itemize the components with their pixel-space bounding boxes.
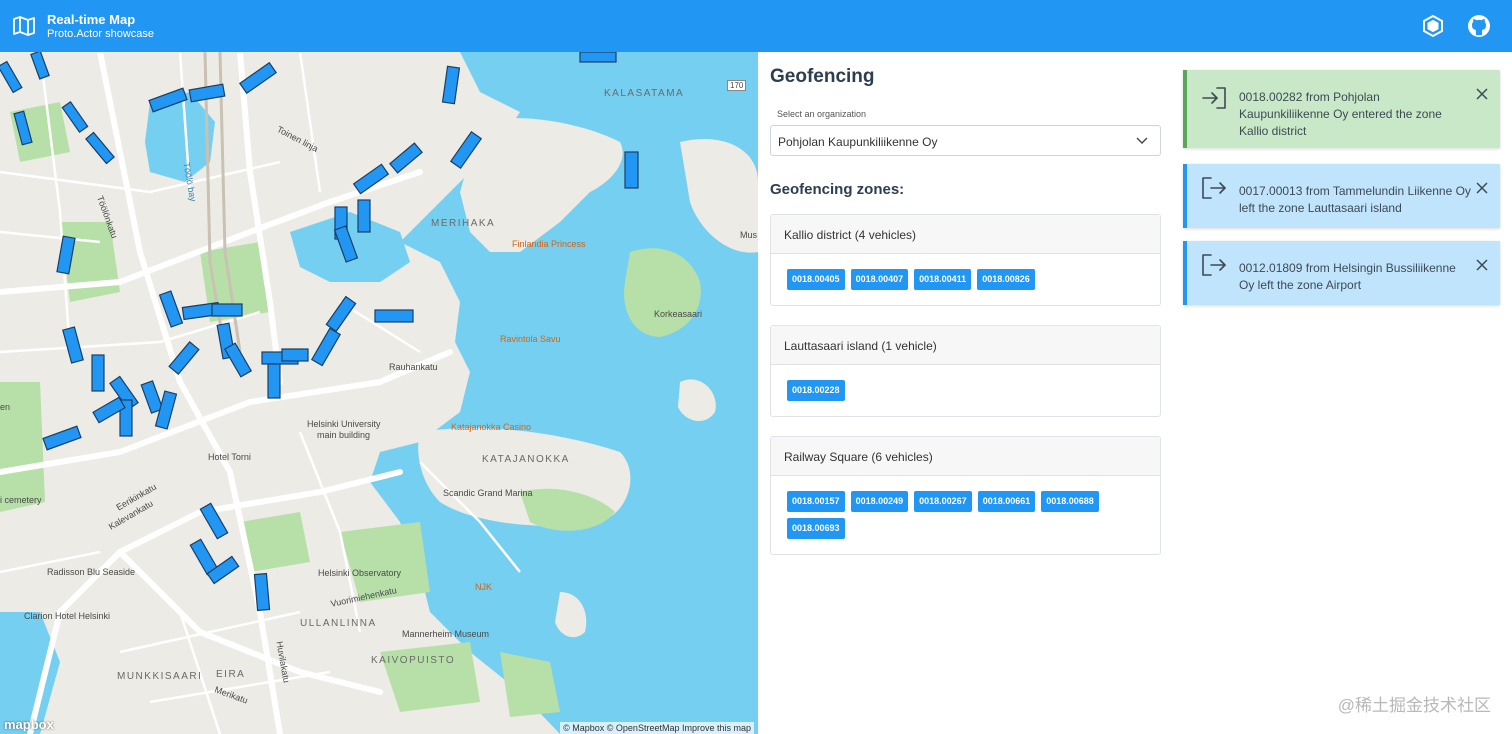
mapbox-logo[interactable]: mapbox bbox=[4, 717, 54, 732]
organization-select-value: Pohjolan Kaupunkiliikenne Oy bbox=[778, 135, 938, 149]
zone-vehicle-list: 0018.00405 0018.00407 0018.00411 0018.00… bbox=[771, 254, 1160, 305]
vehicle-badge[interactable]: 0018.00228 bbox=[787, 380, 845, 401]
close-icon[interactable] bbox=[1476, 88, 1488, 100]
vehicle-badge[interactable]: 0018.00693 bbox=[787, 518, 845, 539]
zone-name: Lauttasaari island (1 vehicle) bbox=[771, 326, 1160, 365]
geofencing-panel: Geofencing Select an organization Pohjol… bbox=[758, 52, 1512, 734]
notification-toast: 0018.00282 from Pohjolan Kaupunkiliikenn… bbox=[1183, 70, 1500, 148]
chevron-down-icon bbox=[1136, 137, 1148, 144]
vehicle-badge[interactable]: 0018.00688 bbox=[1041, 491, 1099, 512]
map-label-radisson: Radisson Blu Seaside bbox=[47, 567, 136, 577]
sign-out-icon bbox=[1202, 254, 1226, 276]
map-label-katajanokka-casino: Katajanokka Casino bbox=[451, 422, 532, 432]
map-label-ravintola-savu: Ravintola Savu bbox=[500, 334, 561, 344]
vehicle-badge[interactable]: 0018.00661 bbox=[977, 491, 1036, 512]
map-view[interactable]: KALASATAMA 170 Toinen linja Töölö bay Tö… bbox=[0, 52, 758, 734]
map-label-road-170: 170 bbox=[727, 80, 747, 91]
map-label-kaivopuisto: KAIVOPUISTO bbox=[371, 655, 456, 666]
map-label-main-building: main building bbox=[317, 430, 371, 440]
map-label-munkkisaari: MUNKKISAARI bbox=[117, 671, 203, 682]
vehicle-badge[interactable]: 0018.00411 bbox=[914, 269, 972, 290]
close-icon[interactable] bbox=[1476, 182, 1488, 194]
zones-title: Geofencing zones: bbox=[770, 181, 905, 198]
vehicle-badge[interactable]: 0018.00407 bbox=[850, 269, 909, 290]
organization-select-label: Select an organization bbox=[777, 109, 867, 119]
vehicle-badge[interactable]: 0018.00157 bbox=[787, 491, 845, 512]
map-label-scandic: Scandic Grand Marina bbox=[443, 488, 533, 498]
zone-vehicle-list: 0018.00228 bbox=[771, 365, 1160, 416]
zone-card: Lauttasaari island (1 vehicle) 0018.0022… bbox=[770, 325, 1161, 417]
vehicle-badge[interactable]: 0018.00826 bbox=[977, 269, 1035, 290]
map-label-hotel-torni: Hotel Torni bbox=[208, 452, 251, 462]
close-icon[interactable] bbox=[1476, 259, 1488, 271]
protoactor-icon[interactable] bbox=[1421, 14, 1445, 38]
map-label-finlandia-princess: Finlandia Princess bbox=[512, 239, 586, 249]
map-label-katajanokka: KATAJANOKKA bbox=[482, 454, 570, 465]
map-label-eira: EIRA bbox=[216, 669, 246, 680]
map-label-merihaka: MERIHAKA bbox=[431, 218, 496, 229]
map-label-kalasatama: KALASATAMA bbox=[604, 88, 685, 99]
zone-name: Railway Square (6 vehicles) bbox=[771, 437, 1160, 476]
notification-text: 0012.01809 from Helsingin Bussiliikenne … bbox=[1239, 261, 1456, 292]
notification-text: 0017.00013 from Tammelundin Liikenne Oy … bbox=[1239, 184, 1471, 215]
map-label-en: en bbox=[0, 402, 11, 412]
notification-text: 0018.00282 from Pohjolan Kaupunkiliikenn… bbox=[1239, 90, 1442, 138]
sign-in-icon bbox=[1202, 87, 1226, 109]
sign-out-icon bbox=[1202, 177, 1226, 199]
map-label-korkeasaari: Korkeasaari bbox=[654, 309, 703, 319]
watermark: @稀土掘金技术社区 bbox=[1337, 696, 1491, 715]
map-label-mannerheim-museum: Mannerheim Museum bbox=[402, 629, 490, 639]
map-label-rauhankatu: Rauhankatu bbox=[389, 362, 438, 372]
notification-toast: 0017.00013 from Tammelundin Liikenne Oy … bbox=[1183, 164, 1500, 228]
vehicle-badge[interactable]: 0018.00267 bbox=[914, 491, 972, 512]
github-icon[interactable] bbox=[1467, 14, 1491, 38]
map-label-njk: NJK bbox=[475, 582, 493, 592]
vehicle-badge[interactable]: 0018.00249 bbox=[850, 491, 909, 512]
app-header: Real-time Map Proto.Actor showcase bbox=[0, 0, 1512, 52]
map-label-ullanlinna: ULLANLINNA bbox=[300, 618, 377, 629]
map-attribution[interactable]: © Mapbox © OpenStreetMap Improve this ma… bbox=[560, 722, 754, 734]
page-title: Geofencing bbox=[770, 66, 875, 87]
map-canvas[interactable] bbox=[0, 52, 758, 734]
map-label-cemetery: i cemetery bbox=[0, 495, 42, 505]
app-title: Real-time Map bbox=[47, 12, 136, 27]
map-label-clarion: Clarion Hotel Helsinki bbox=[24, 611, 111, 621]
zone-name: Kallio district (4 vehicles) bbox=[771, 215, 1160, 254]
vehicle-badge[interactable]: 0018.00405 bbox=[787, 269, 845, 290]
zone-vehicle-list: 0018.00157 0018.00249 0018.00267 0018.00… bbox=[771, 476, 1160, 554]
notification-toast: 0012.01809 from Helsingin Bussiliikenne … bbox=[1183, 241, 1500, 305]
organization-select[interactable]: Pohjolan Kaupunkiliikenne Oy bbox=[770, 125, 1161, 156]
map-icon[interactable] bbox=[12, 14, 36, 38]
zone-card: Kallio district (4 vehicles) 0018.00405 … bbox=[770, 214, 1161, 306]
map-label-helsinki-observatory: Helsinki Observatory bbox=[318, 568, 402, 578]
map-label-mus: Mus bbox=[740, 230, 758, 240]
map-label-helsinki-university: Helsinki University bbox=[307, 419, 381, 429]
app-subtitle: Proto.Actor showcase bbox=[47, 28, 154, 40]
zone-card: Railway Square (6 vehicles) 0018.00157 0… bbox=[770, 436, 1161, 555]
